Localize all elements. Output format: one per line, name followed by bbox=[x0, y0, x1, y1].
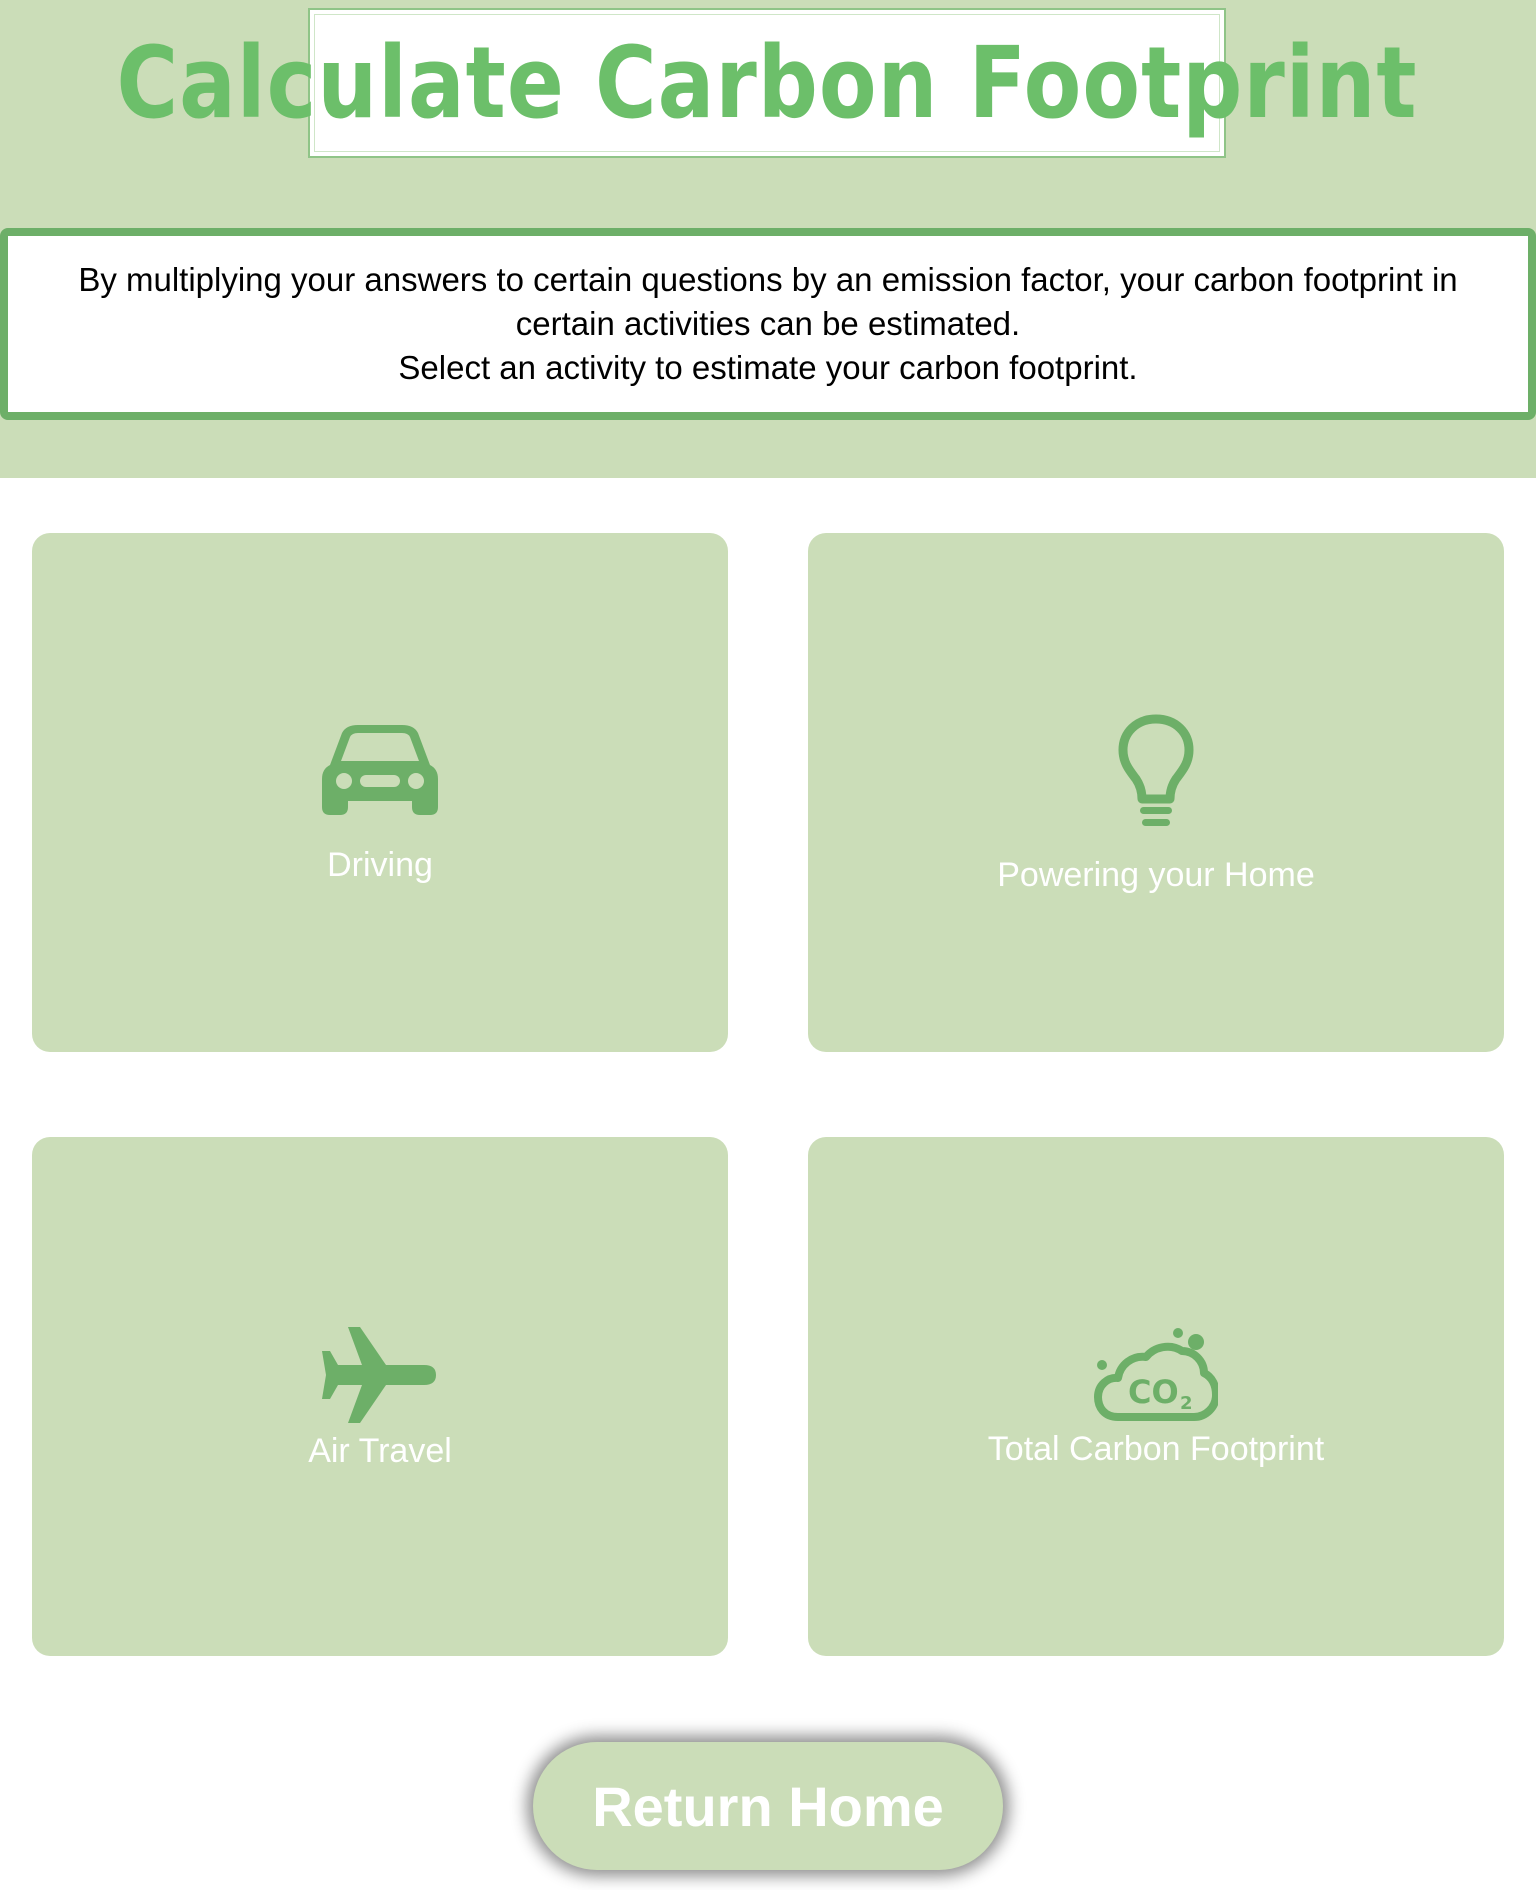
powering-home-card[interactable]: Powering your Home bbox=[808, 533, 1504, 1052]
car-icon bbox=[32, 723, 728, 818]
driving-card[interactable]: Driving bbox=[32, 533, 728, 1052]
co2-cloud-icon: CO 2 bbox=[808, 1327, 1504, 1423]
description-text: By multiplying your answers to certain q… bbox=[78, 261, 1458, 342]
total-footprint-card[interactable]: CO 2 Total Carbon Footprint bbox=[808, 1137, 1504, 1656]
svg-text:CO: CO bbox=[1128, 1373, 1179, 1411]
instruction-text: Select an activity to estimate your carb… bbox=[398, 349, 1138, 386]
return-home-button[interactable]: Return Home bbox=[533, 1742, 1003, 1870]
svg-text:2: 2 bbox=[1180, 1393, 1193, 1414]
info-box: By multiplying your answers to certain q… bbox=[0, 228, 1536, 420]
airplane-icon bbox=[32, 1325, 728, 1425]
driving-label: Driving bbox=[327, 846, 433, 884]
air-travel-label: Air Travel bbox=[308, 1432, 452, 1470]
lightbulb-icon bbox=[808, 713, 1504, 833]
total-footprint-label: Total Carbon Footprint bbox=[987, 1430, 1325, 1468]
page-title: Calculate Carbon Footprint bbox=[116, 25, 1418, 141]
powering-home-label: Powering your Home bbox=[997, 856, 1315, 894]
air-travel-card[interactable]: Air Travel bbox=[32, 1137, 728, 1656]
title-banner: Calculate Carbon Footprint bbox=[116, 8, 1417, 158]
